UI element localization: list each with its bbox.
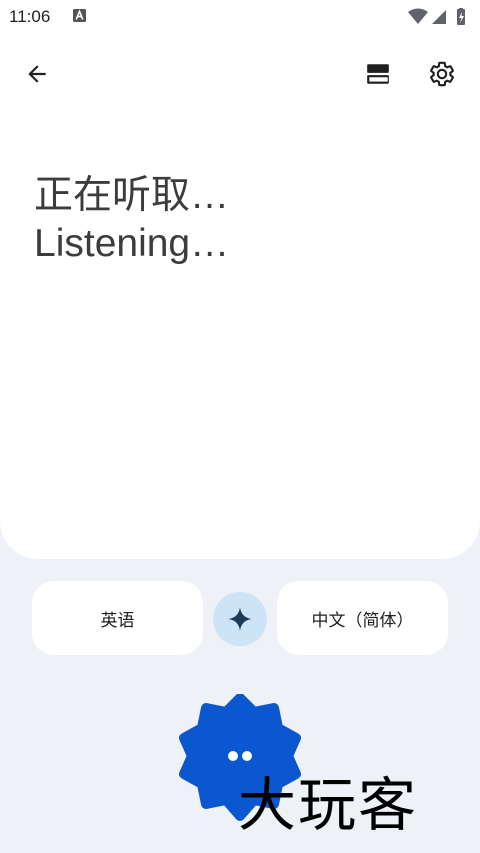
transcript-text: 正在听取… Listening… bbox=[34, 172, 460, 268]
wifi-icon bbox=[408, 8, 428, 24]
arrow-back-icon bbox=[28, 65, 46, 83]
transcript-card: 正在听取… Listening… bbox=[0, 32, 480, 559]
transcript-line-en: Listening… bbox=[34, 222, 230, 265]
status-time: 11:06 bbox=[9, 7, 51, 26]
status-bar: 11:06 bbox=[0, 0, 480, 32]
source-language-button[interactable]: 英语 bbox=[32, 581, 203, 655]
sparkle-icon bbox=[228, 607, 252, 631]
layout-toggle-icon bbox=[367, 64, 389, 84]
gear-icon bbox=[430, 61, 454, 87]
back-button[interactable] bbox=[15, 52, 59, 96]
status-icons bbox=[408, 8, 465, 25]
layout-toggle-button[interactable] bbox=[356, 52, 400, 96]
battery-icon bbox=[457, 8, 465, 25]
transcript-line-zh: 正在听取… bbox=[34, 174, 230, 217]
target-language-button[interactable]: 中文（简体） bbox=[277, 581, 448, 655]
signal-icon bbox=[432, 10, 446, 24]
swap-languages-button[interactable] bbox=[213, 592, 267, 646]
watermark-logo: 大玩客 bbox=[238, 771, 419, 839]
settings-button[interactable] bbox=[420, 52, 464, 96]
a-letter-icon bbox=[73, 9, 86, 22]
